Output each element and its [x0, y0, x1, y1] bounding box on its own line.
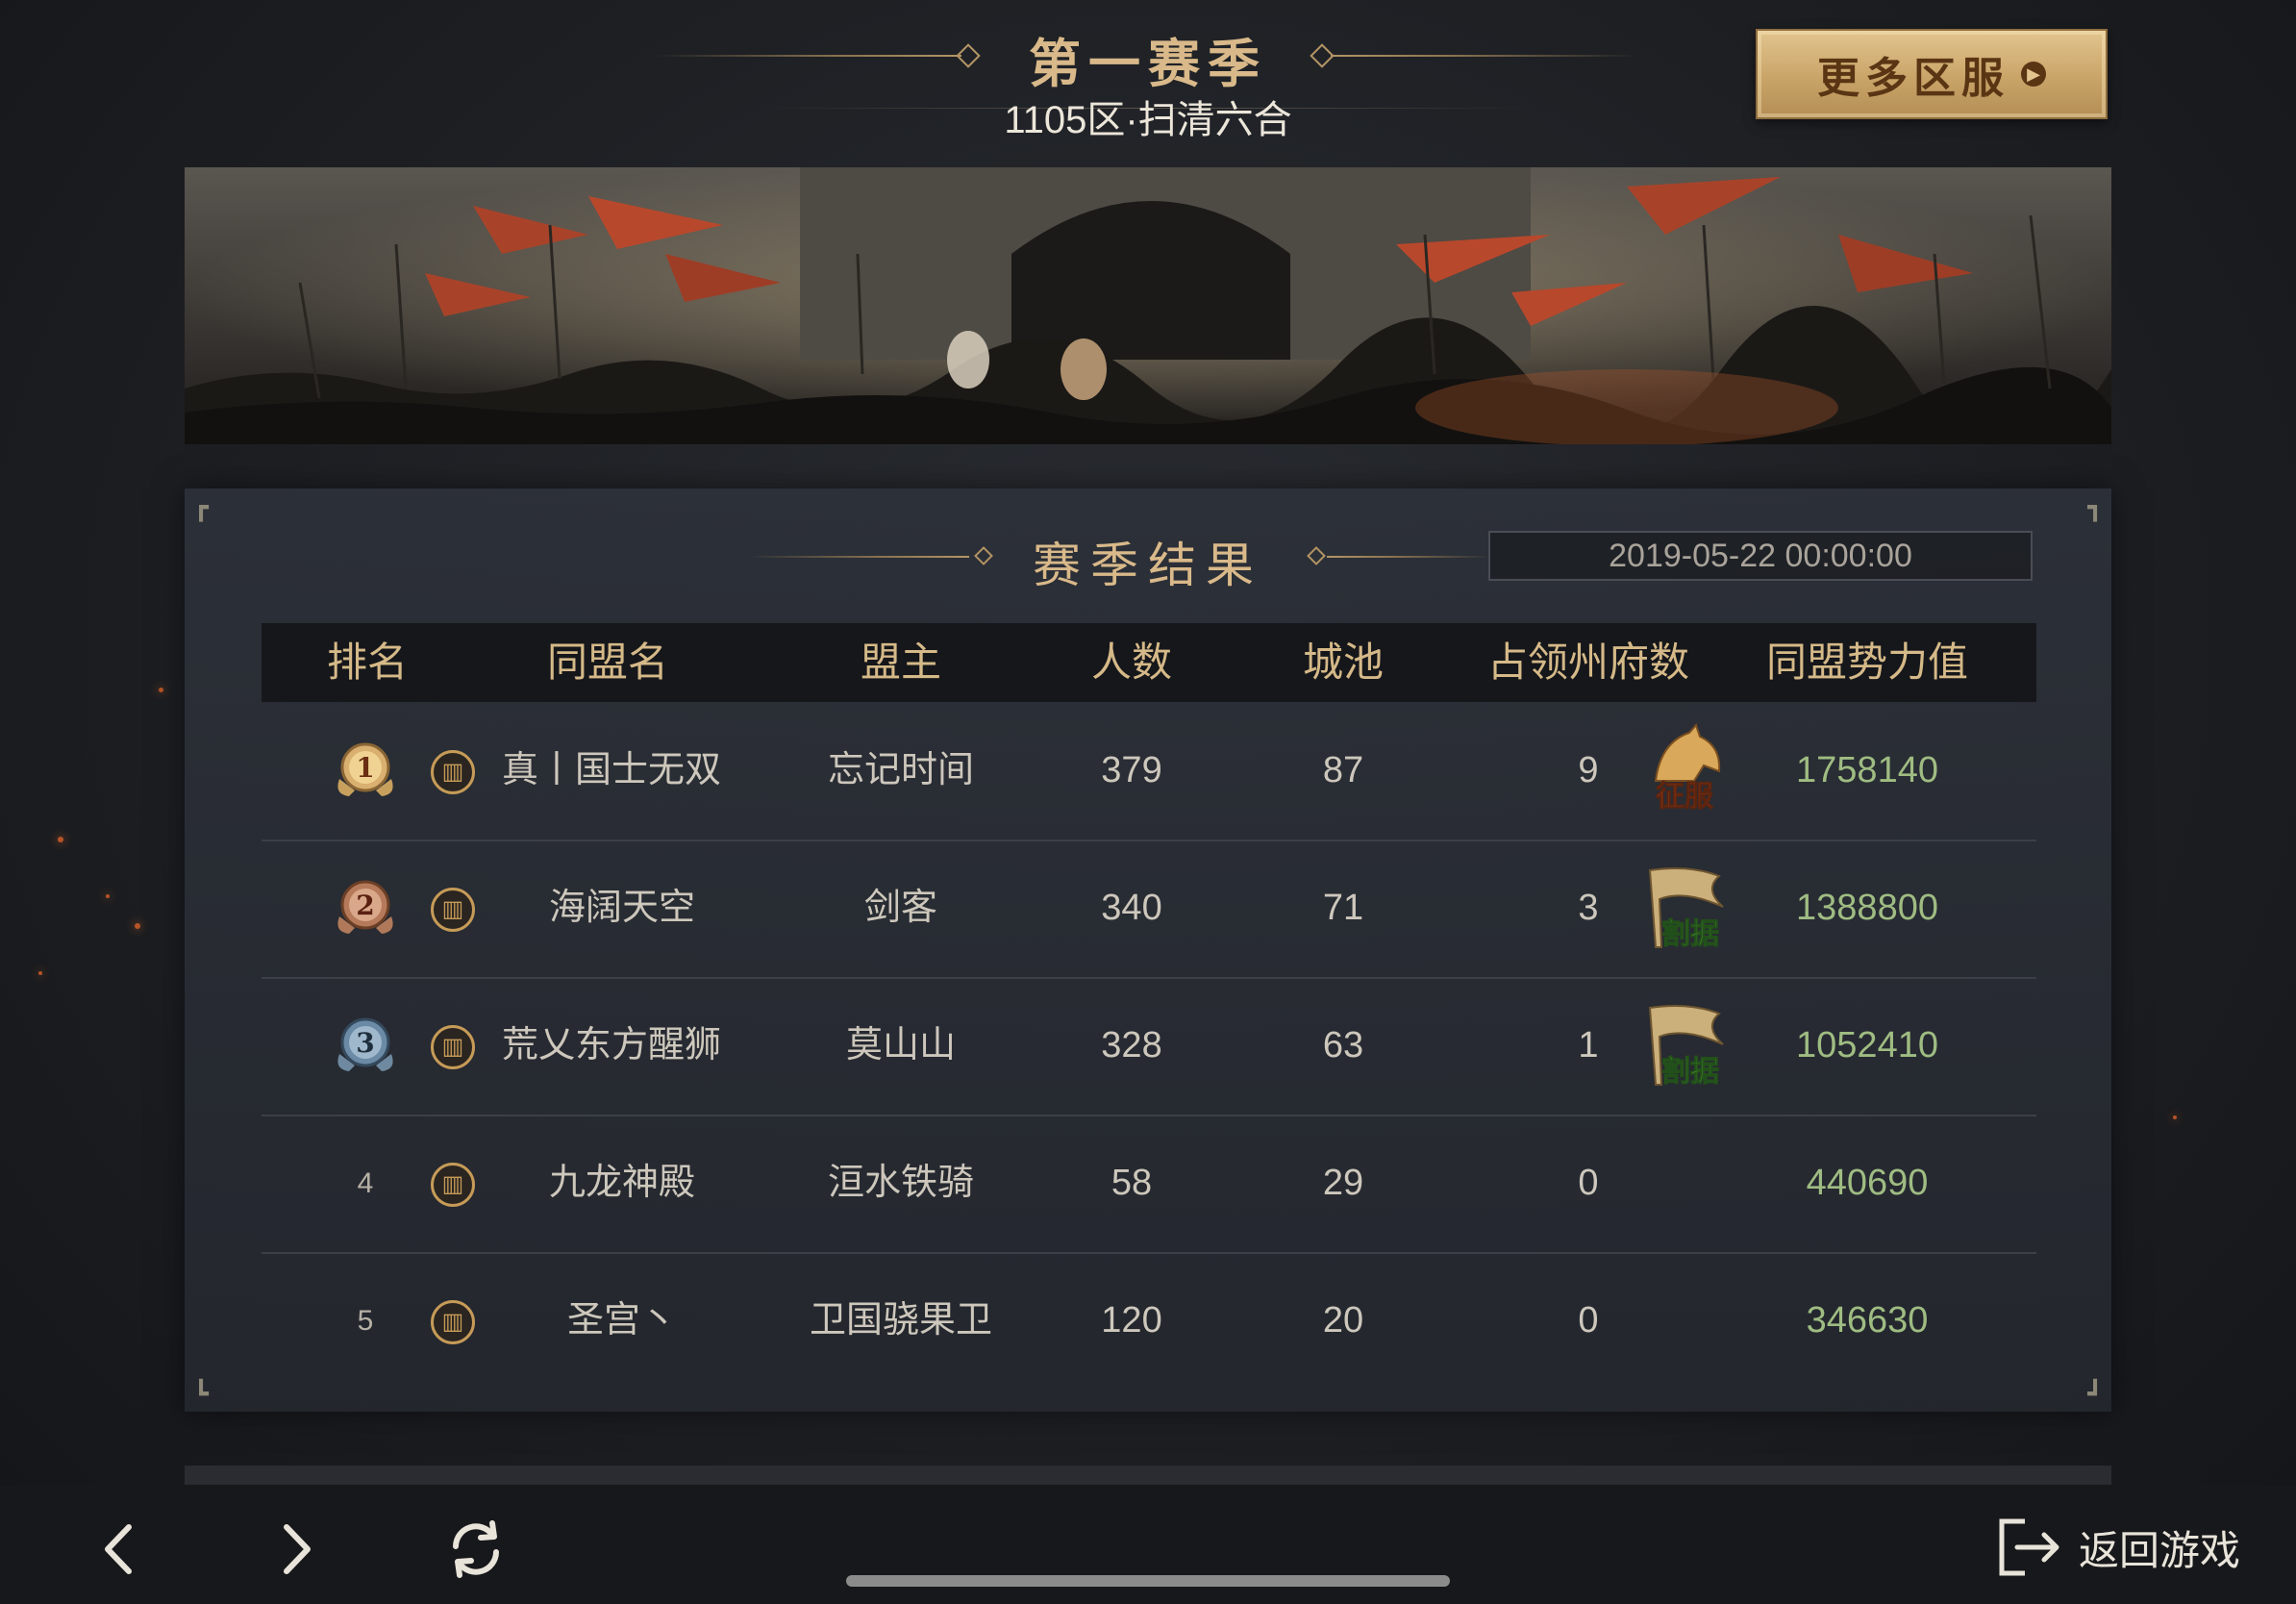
- alliance-flag-icon: ▥: [431, 888, 475, 932]
- header: 第一赛季 1105区·扫清六合 更多区服 ▶: [0, 0, 2296, 154]
- leader-name: 莫山山: [845, 1025, 956, 1065]
- ember-decoration: [58, 837, 63, 842]
- battle-banner-image: [185, 167, 2111, 444]
- separatist-badge-icon: 割据: [1648, 1005, 1724, 1090]
- column-header-members: 人数: [1090, 639, 1172, 685]
- column-header-cities: 城池: [1302, 639, 1384, 685]
- badge-label: 征服: [1656, 780, 1714, 814]
- member-count: 58: [1111, 1163, 1153, 1203]
- chevron-right-icon: [284, 1524, 311, 1574]
- home-indicator[interactable]: [846, 1575, 1450, 1587]
- alliance-name[interactable]: 九龙神殿: [483, 1115, 761, 1252]
- member-count: 120: [1101, 1300, 1162, 1341]
- rank-medal-gold-icon: 1: [337, 742, 393, 796]
- column-header-rank: 排名: [326, 639, 408, 685]
- alliance-name[interactable]: 真丨国士无双: [483, 702, 781, 840]
- table-row[interactable]: 1 ▥ 真丨国士无双 忘记时间 379 87 9 征服 1758140: [262, 702, 2036, 841]
- alliance-power: 1388800: [1796, 888, 1938, 928]
- rank-number: 5: [357, 1305, 374, 1337]
- alliance-flag-icon: ▥: [431, 1300, 475, 1344]
- table-header: 排名 同盟名 盟主 人数 城池 占领州府数 同盟势力值: [262, 623, 2036, 702]
- leader-name: 忘记时间: [827, 750, 974, 790]
- alliance-name[interactable]: 荒乂东方醒狮: [483, 977, 781, 1115]
- table-row[interactable]: 3 ▥ 荒乂东方醒狮 莫山山 328 63 1 割据 1052410: [262, 977, 2036, 1116]
- title-line-right: [1331, 55, 1638, 57]
- alliance-power: 1052410: [1796, 1025, 1938, 1065]
- column-header-power: 同盟势力值: [1765, 639, 1968, 685]
- column-header-prefectures: 占领州府数: [1486, 639, 1689, 685]
- leader-name: 卫国骁果卫: [809, 1300, 992, 1341]
- back-button[interactable]: [87, 1516, 154, 1583]
- member-count: 328: [1101, 1025, 1162, 1065]
- table-row[interactable]: 2 ▥ 海阔天空 剑客 340 71 3 割据 1388800: [262, 840, 2036, 979]
- prefecture-count: 0: [1578, 1300, 1599, 1341]
- corner-ornament: ┓: [2087, 492, 2103, 521]
- separatist-badge-icon: 割据: [1648, 867, 1724, 952]
- table-row[interactable]: 4 ▥ 九龙神殿 洹水铁骑 58 29 0 440690: [262, 1115, 2036, 1254]
- more-servers-button[interactable]: 更多区服 ▶: [1756, 29, 2108, 119]
- chevron-left-icon: [105, 1524, 132, 1574]
- forward-button[interactable]: [262, 1516, 329, 1583]
- badge-label: 割据: [1661, 917, 1719, 951]
- leader-name: 洹水铁骑: [827, 1163, 974, 1203]
- member-count: 340: [1101, 888, 1162, 928]
- ember-decoration: [38, 971, 42, 975]
- return-to-game-button[interactable]: 返回游戏: [1996, 1514, 2240, 1581]
- arrow-right-icon: ▶: [2021, 62, 2046, 87]
- city-count: 20: [1322, 1300, 1364, 1341]
- city-count: 63: [1322, 1025, 1364, 1065]
- prefecture-count: 3: [1578, 888, 1599, 928]
- city-count: 71: [1322, 888, 1364, 928]
- city-count: 29: [1322, 1163, 1364, 1203]
- rank-number: 4: [357, 1167, 374, 1199]
- ember-decoration: [106, 894, 110, 898]
- alliance-flag-icon: ▥: [431, 750, 475, 794]
- more-servers-label: 更多区服: [1817, 54, 2009, 103]
- refresh-button[interactable]: [442, 1516, 510, 1583]
- corner-ornament: ┗: [193, 1379, 209, 1408]
- rank-medal-number: 3: [356, 1027, 374, 1059]
- city-count: 87: [1322, 750, 1364, 790]
- refresh-icon: [453, 1520, 499, 1578]
- alliance-power: 440690: [1806, 1163, 1929, 1203]
- conquest-badge-icon: 征服: [1654, 723, 1721, 815]
- ember-decoration: [2173, 1115, 2177, 1119]
- table-row[interactable]: 5 ▥ 圣宫丶 卫国骁果卫 120 20 0 346630: [262, 1252, 2036, 1390]
- rank-medal-bronze-icon: 2: [337, 880, 393, 934]
- prefecture-count: 9: [1578, 750, 1599, 790]
- prefecture-count: 0: [1578, 1163, 1599, 1203]
- rank-medal-number: 1: [356, 752, 374, 784]
- column-header-leader: 盟主: [860, 639, 941, 685]
- rank-medal-silver-icon: 3: [337, 1017, 393, 1071]
- member-count: 379: [1101, 750, 1162, 790]
- ember-decoration: [159, 688, 163, 692]
- alliance-name[interactable]: 海阔天空: [483, 840, 761, 977]
- season-results-panel: ┏ ┓ ┗ ┛ 赛季结果 2019-05-22 00:00:00 排名 同盟名 …: [185, 489, 2111, 1412]
- next-panel-edge: [185, 1466, 2111, 1485]
- alliance-flag-icon: ▥: [431, 1025, 475, 1069]
- prefecture-count: 1: [1578, 1025, 1599, 1065]
- column-header-alliance: 同盟名: [546, 639, 668, 685]
- leader-name: 剑客: [863, 888, 937, 928]
- alliance-power: 1758140: [1796, 750, 1938, 790]
- exit-icon: [1999, 1518, 2059, 1576]
- alliance-flag-icon: ▥: [431, 1163, 475, 1207]
- corner-ornament: ┛: [2087, 1379, 2103, 1408]
- ember-decoration: [135, 923, 140, 929]
- rank-medal-number: 2: [356, 890, 374, 921]
- badge-label: 割据: [1661, 1055, 1719, 1089]
- alliance-name[interactable]: 圣宫丶: [483, 1252, 761, 1390]
- season-end-date: 2019-05-22 00:00:00: [1488, 531, 2033, 581]
- panel-title-line-right: [1327, 556, 1490, 558]
- return-to-game-label: 返回游戏: [2078, 1527, 2240, 1573]
- corner-ornament: ┏: [193, 492, 209, 521]
- alliance-power: 346630: [1806, 1300, 1929, 1341]
